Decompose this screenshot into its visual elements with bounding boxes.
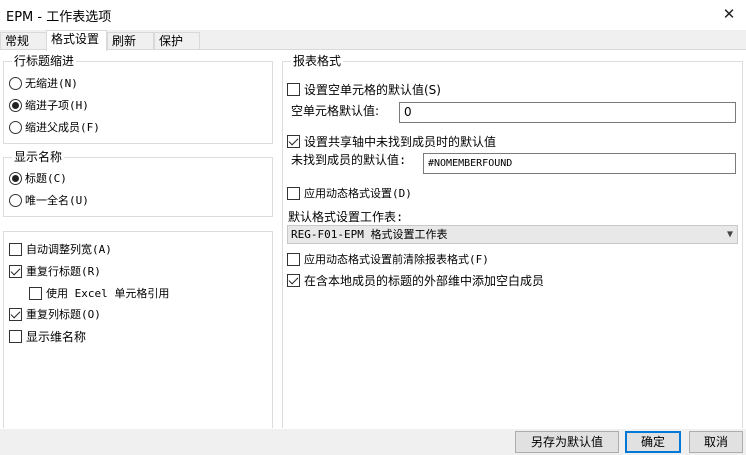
report-format-title: 报表格式 (291, 53, 344, 69)
checkbox-checked-icon (9, 307, 22, 321)
tab-refresh[interactable]: 刷新 (107, 32, 154, 50)
check-clear-format[interactable]: 应用动态格式设置前清除报表格式(F) (287, 250, 489, 268)
not-found-default-label: 未找到成员的默认值: (291, 153, 407, 167)
not-found-default-input[interactable]: #NOMEMBERFOUND (423, 153, 736, 174)
radio-indent-children[interactable]: 缩进子项(H) (9, 96, 89, 114)
check-repeat-row-headers[interactable]: 重复行标题(R) (9, 262, 101, 280)
radio-icon (9, 76, 22, 90)
general-options-group: 自动调整列宽(A) 重复行标题(R) 使用 Excel 单元格引用 重复列标题(… (3, 231, 273, 428)
empty-cell-default-input[interactable]: 0 (399, 102, 736, 123)
check-repeat-column-headers[interactable]: 重复列标题(O) (9, 305, 101, 323)
display-name-title: 显示名称 (12, 149, 65, 165)
row-indent-title: 行标题缩进 (12, 53, 77, 69)
check-autofit-columns[interactable]: 自动调整列宽(A) (9, 240, 112, 258)
empty-cell-default-label: 空单元格默认值: (291, 104, 380, 118)
tab-protection[interactable]: 保护 (154, 32, 200, 50)
default-sheet-label: 默认格式设置工作表: (288, 210, 404, 224)
check-dynamic-format[interactable]: 应用动态格式设置(D) (287, 184, 412, 202)
checkbox-icon (287, 82, 300, 96)
checkbox-icon (287, 252, 300, 266)
tab-content: 行标题缩进 无缩进(N) 缩进子项(H) 缩进父成员(F) 显示名称 标题(C)… (0, 49, 746, 429)
radio-no-indent[interactable]: 无缩进(N) (9, 74, 78, 92)
ok-button[interactable]: 确定 (625, 431, 681, 453)
check-use-excel-reference[interactable]: 使用 Excel 单元格引用 (29, 284, 169, 302)
checkbox-icon (287, 186, 300, 200)
check-not-found-default[interactable]: 设置共享轴中未找到成员时的默认值 (287, 132, 496, 150)
checkbox-icon (9, 242, 22, 256)
display-name-group: 显示名称 标题(C) 唯一全名(U) (3, 149, 273, 217)
tab-general[interactable]: 常规 (0, 32, 47, 50)
radio-caption[interactable]: 标题(C) (9, 169, 67, 187)
checkbox-checked-icon (9, 264, 22, 278)
save-as-default-button[interactable]: 另存为默认值 (515, 431, 619, 453)
check-empty-cell-default[interactable]: 设置空单元格的默认值(S) (287, 80, 441, 98)
radio-indent-parents[interactable]: 缩进父成员(F) (9, 118, 100, 136)
checkbox-checked-icon (287, 134, 300, 148)
checkbox-checked-icon (287, 273, 300, 287)
radio-unique-name[interactable]: 唯一全名(U) (9, 191, 89, 209)
title-bar: EPM - 工作表选项 ✕ (0, 0, 746, 30)
checkbox-icon (29, 286, 42, 300)
chevron-down-icon: ▼ (726, 229, 733, 240)
report-format-group: 报表格式 设置空单元格的默认值(S) 空单元格默认值: 0 设置共享轴中未找到成… (282, 53, 743, 428)
check-add-blank-member[interactable]: 在含本地成员的标题的外部维中添加空白成员 (287, 271, 544, 289)
default-sheet-select[interactable]: REG-F01-EPM 格式设置工作表 ▼ (287, 225, 738, 244)
checkbox-icon (9, 329, 22, 343)
check-show-dimension-names[interactable]: 显示维名称 (9, 327, 86, 345)
row-indent-group: 行标题缩进 无缩进(N) 缩进子项(H) 缩进父成员(F) (3, 53, 273, 144)
radio-selected-icon (9, 171, 22, 185)
radio-icon (9, 120, 22, 134)
radio-selected-icon (9, 98, 22, 112)
close-icon[interactable]: ✕ (716, 2, 742, 26)
window-title: EPM - 工作表选项 (6, 10, 112, 25)
cancel-button[interactable]: 取消 (689, 431, 743, 453)
radio-icon (9, 193, 22, 207)
tab-formatting[interactable]: 格式设置 (46, 30, 107, 51)
